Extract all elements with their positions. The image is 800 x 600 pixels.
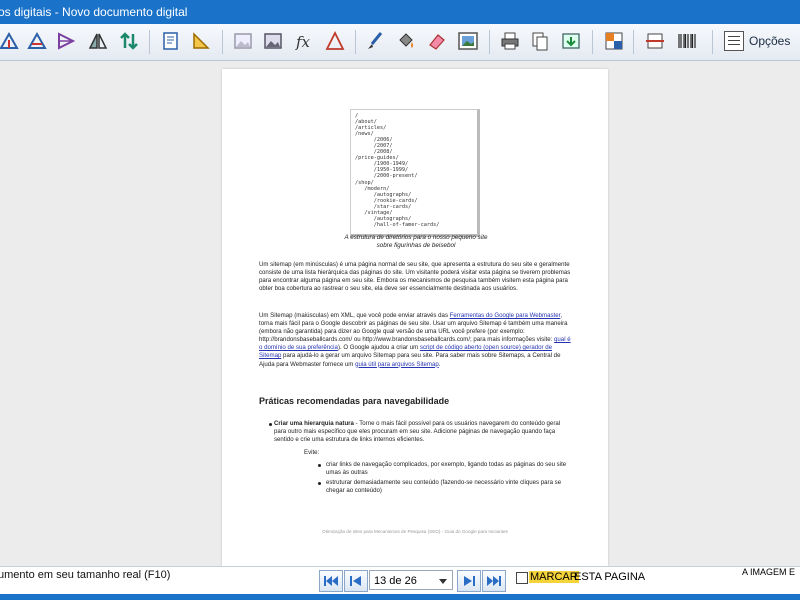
text-span: Um Sitemap (maiúsculas) em XML, que você… [259,312,450,319]
picture-frame-icon[interactable] [455,28,481,54]
sub-list-item: estruturar demasiadamente seu conteúdo (… [318,479,572,495]
toolbar-separator [222,30,223,54]
options-label: Opções [749,34,791,48]
bullet-title: Criar uma hierarquia natura [274,420,354,427]
paragraph-xml-sitemap: Um Sitemap (maiúsculas) em XML, que você… [259,312,571,369]
triangle-icon[interactable] [322,28,348,54]
section-heading: Práticas recomendadas para navegabilidad… [259,396,450,406]
save-image-icon[interactable] [558,28,584,54]
directory-tree-text: / /about/ /articles/ /news/ /2006/ /2007… [355,113,440,228]
toolbar: fx Opções [0,24,800,61]
toolbar-separator [149,30,150,54]
page-selector[interactable]: 13 de 26 [369,570,453,590]
document-edit-icon[interactable] [158,28,184,54]
options-icon [724,31,744,51]
page-indicator: 13 de 26 [374,575,417,587]
toolbar-separator [355,30,356,54]
eraser-icon[interactable] [424,28,450,54]
cut-icon[interactable] [642,28,668,54]
toolbar-separator [633,30,634,54]
window-title: os digitais - Novo documento digital [0,5,188,19]
barcode-icon[interactable] [674,28,700,54]
printer-icon[interactable] [497,28,523,54]
svg-text:fx: fx [295,33,311,51]
copy-icon[interactable] [527,28,553,54]
fill-icon[interactable] [393,28,419,54]
this-page-label: ESTA PAGINA [574,571,646,583]
paragraph-sitemap: Um sitemap (em minúsculas) é uma página … [259,261,571,293]
next-page-icon [464,576,475,586]
image-light-icon[interactable] [230,28,256,54]
list-item: Criar uma hierarquia natura - Torne o ma… [269,420,564,444]
link-sitemap-guide[interactable]: guia útil para arquivos Sitemap [355,361,439,368]
ruler-icon[interactable] [188,28,214,54]
first-page-icon [324,576,338,586]
options-button[interactable]: Opções [724,28,790,54]
window-title-bar: os digitais - Novo documento digital [0,0,800,24]
link-webmaster-tools[interactable]: Ferramentas do Google para Webmaster [450,312,561,319]
document-page: / /about/ /articles/ /news/ /2006/ /2007… [222,69,608,566]
mark-label: MARCAR [529,571,579,583]
avoid-label: Evite: [304,449,320,456]
toolbar-separator [489,30,490,54]
formula-icon[interactable]: fx [292,28,318,54]
mark-page-checkbox[interactable] [516,572,528,584]
sub-list-item: criar links de navegação complicados, po… [318,461,572,477]
document-canvas[interactable]: / /about/ /articles/ /news/ /2006/ /2007… [0,61,800,566]
image-icon[interactable] [260,28,286,54]
chevron-down-icon [439,579,447,584]
mirror-icon[interactable] [85,28,111,54]
text-span: ). O Google ajudou a criar um [337,344,420,352]
rotate-right-icon[interactable] [24,28,50,54]
previous-page-icon [350,576,361,586]
toolbar-separator [712,30,713,54]
directory-tree-figure: / /about/ /articles/ /news/ /2006/ /2007… [350,109,480,237]
rotate-left-icon[interactable] [0,28,22,54]
flip-icon[interactable] [53,28,79,54]
toolbar-separator [592,30,593,54]
last-page-icon [487,576,501,586]
text-span: . [438,360,441,368]
status-bar: umento em seu tamanho real (F10) 13 de 2… [0,566,800,595]
page-footer: Otimização de sites para Mecanismos de P… [322,529,508,534]
brush-icon[interactable] [362,28,388,54]
bottom-border [0,594,800,600]
status-message: umento em seu tamanho real (F10) [0,569,171,581]
image-label: A IMAGEM E [742,567,796,577]
last-page-button[interactable] [482,570,506,592]
next-page-button[interactable] [457,570,481,592]
palette-icon[interactable] [601,28,627,54]
swap-icon[interactable] [116,28,142,54]
previous-page-button[interactable] [344,570,368,592]
figure-caption: A estrutura de diretórios para o nosso p… [344,234,488,249]
first-page-button[interactable] [319,570,343,592]
